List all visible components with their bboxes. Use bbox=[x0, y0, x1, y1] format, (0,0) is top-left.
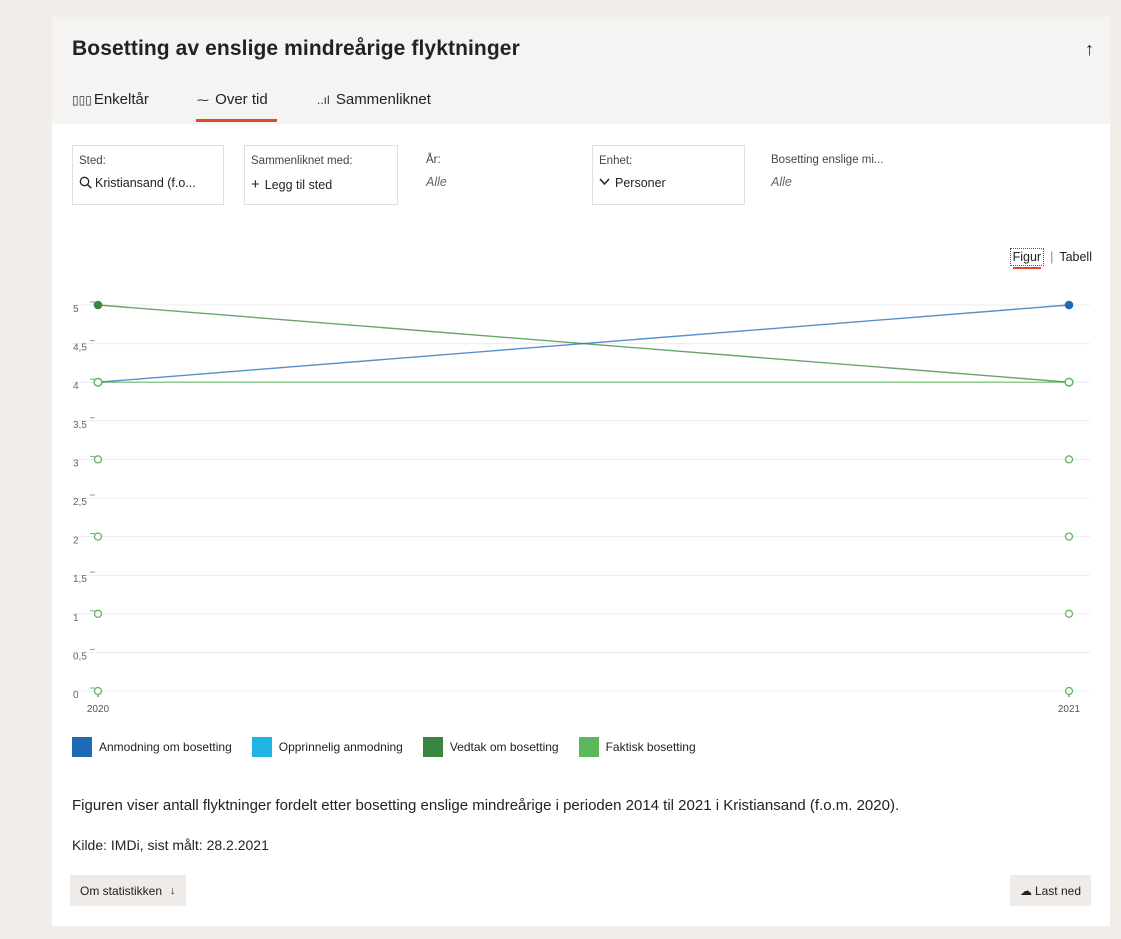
y-tick-label: 0,5 bbox=[73, 651, 87, 662]
x-tick-label: 2020 bbox=[87, 704, 110, 715]
legend-swatch bbox=[578, 737, 599, 757]
y-tick-label: 3,5 bbox=[73, 420, 87, 431]
data-point bbox=[93, 377, 103, 387]
y-tick-label: 1 bbox=[73, 613, 79, 624]
legend-item[interactable]: Faktisk bosetting bbox=[578, 737, 696, 757]
legend-label: Faktisk bosetting bbox=[605, 740, 696, 754]
empty-point-marker bbox=[93, 609, 103, 618]
empty-point-marker bbox=[1064, 609, 1074, 618]
y-tick-label: 5 bbox=[73, 304, 79, 315]
empty-point-marker bbox=[93, 686, 103, 696]
legend-label: Vedtak om bosetting bbox=[449, 740, 559, 754]
legend-item[interactable]: Opprinnelig anmodning bbox=[251, 737, 403, 757]
empty-point-marker bbox=[93, 532, 103, 541]
empty-point-marker bbox=[1064, 455, 1074, 464]
legend-swatch bbox=[72, 737, 92, 757]
om-statistikken-button[interactable]: Om statistikken ↓ bbox=[70, 875, 186, 906]
legend-swatch bbox=[251, 737, 272, 757]
legend-item[interactable]: Vedtak om bosetting bbox=[422, 737, 559, 757]
y-tick-label: 4,5 bbox=[73, 343, 87, 354]
data-point bbox=[1064, 377, 1074, 387]
y-tick-label: 1,5 bbox=[73, 574, 87, 585]
empty-point-marker bbox=[93, 455, 103, 464]
last-ned-button[interactable]: ☁ Last ned bbox=[1009, 875, 1091, 906]
chart-legend: Anmodning om bosetting Opprinnelig anmod… bbox=[72, 737, 716, 757]
y-tick-label: 3 bbox=[73, 458, 79, 469]
empty-point-marker bbox=[1064, 686, 1074, 696]
legend-label: Opprinnelig anmodning bbox=[278, 740, 403, 754]
chart-description: Figuren viser antall flyktninger fordelt… bbox=[72, 797, 900, 814]
om-statistikken-label: Om statistikken bbox=[80, 883, 163, 898]
y-tick-label: 2,5 bbox=[73, 497, 87, 508]
x-tick-label: 2021 bbox=[1058, 704, 1081, 715]
arrow-down-icon: ↓ bbox=[170, 884, 176, 897]
data-point bbox=[93, 300, 103, 310]
chart-source: Kilde: IMDi, sist målt: 28.2.2021 bbox=[72, 837, 269, 853]
last-ned-label: Last ned bbox=[1034, 883, 1081, 898]
empty-point-marker bbox=[1064, 532, 1074, 541]
y-tick-label: 2 bbox=[73, 536, 79, 547]
y-tick-label: 4 bbox=[73, 381, 79, 392]
legend-swatch bbox=[422, 737, 443, 757]
legend-label: Anmodning om bosetting bbox=[99, 740, 232, 754]
y-tick-label: 0 bbox=[73, 690, 79, 701]
cloud-download-icon: ☁ bbox=[1019, 883, 1032, 898]
legend-item[interactable]: Anmodning om bosetting bbox=[72, 737, 232, 757]
data-point bbox=[1064, 300, 1074, 310]
